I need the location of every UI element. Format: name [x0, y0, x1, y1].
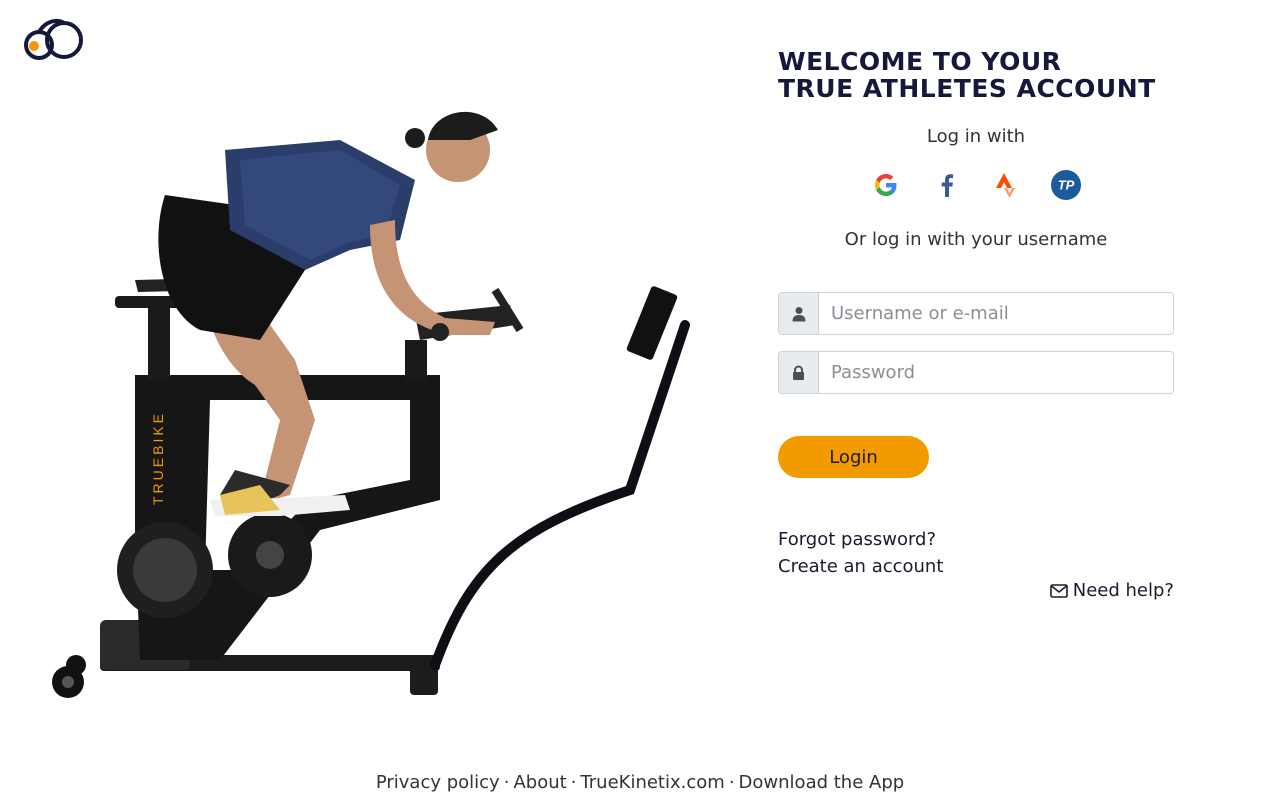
title-line-1: WELCOME TO YOUR [778, 47, 1062, 76]
username-input[interactable] [819, 293, 1173, 334]
bike-brand-label: TRUEBIKE [150, 411, 166, 505]
create-account-link[interactable]: Create an account [778, 553, 943, 580]
download-app-link[interactable]: Download the App [739, 772, 905, 793]
truekinetix-logo-icon[interactable] [18, 16, 84, 60]
trainingpeaks-label: TP [1058, 178, 1075, 193]
social-login-label: Log in with [926, 126, 1026, 147]
footer-separator: · [728, 772, 735, 793]
username-field [778, 292, 1174, 335]
google-login-button[interactable] [870, 169, 902, 201]
privacy-policy-link[interactable]: Privacy policy [376, 772, 500, 793]
login-panel: WELCOME TO YOUR TRUE ATHLETES ACCOUNT Lo… [778, 48, 1174, 601]
strava-login-button[interactable] [990, 169, 1022, 201]
envelope-icon [1049, 583, 1068, 598]
login-button[interactable]: Login [778, 436, 929, 478]
facebook-login-button[interactable] [930, 169, 962, 201]
forgot-password-link[interactable]: Forgot password? [778, 526, 936, 553]
footer-separator: · [503, 772, 510, 793]
account-links: Forgot password? Create an account [778, 526, 1174, 580]
trainingpeaks-icon: TP [1051, 170, 1081, 200]
facebook-icon [941, 174, 954, 197]
trainingpeaks-login-button[interactable]: TP [1050, 169, 1082, 201]
truekinetix-site-link[interactable]: TrueKinetix.com [580, 772, 724, 793]
password-field [778, 351, 1174, 394]
about-link[interactable]: About [513, 772, 566, 793]
strava-icon [996, 173, 1015, 198]
password-input[interactable] [819, 352, 1173, 393]
social-login-buttons: TP [778, 169, 1174, 201]
title-line-2: TRUE ATHLETES ACCOUNT [778, 74, 1156, 103]
athlete-on-truebike-image: TRUEBIKE [40, 100, 700, 710]
page-title: WELCOME TO YOUR TRUE ATHLETES ACCOUNT [778, 48, 1174, 102]
need-help-label: Need help? [1072, 580, 1174, 601]
footer-links: Privacy policy · About · TrueKinetix.com · Dow… [0, 772, 1280, 793]
user-icon [779, 293, 819, 334]
lock-icon [779, 352, 819, 393]
google-icon [875, 174, 897, 196]
need-help-link[interactable]: Need help? [778, 580, 1174, 601]
username-login-label: Or log in with your username [844, 229, 1108, 250]
footer-separator: · [570, 772, 577, 793]
